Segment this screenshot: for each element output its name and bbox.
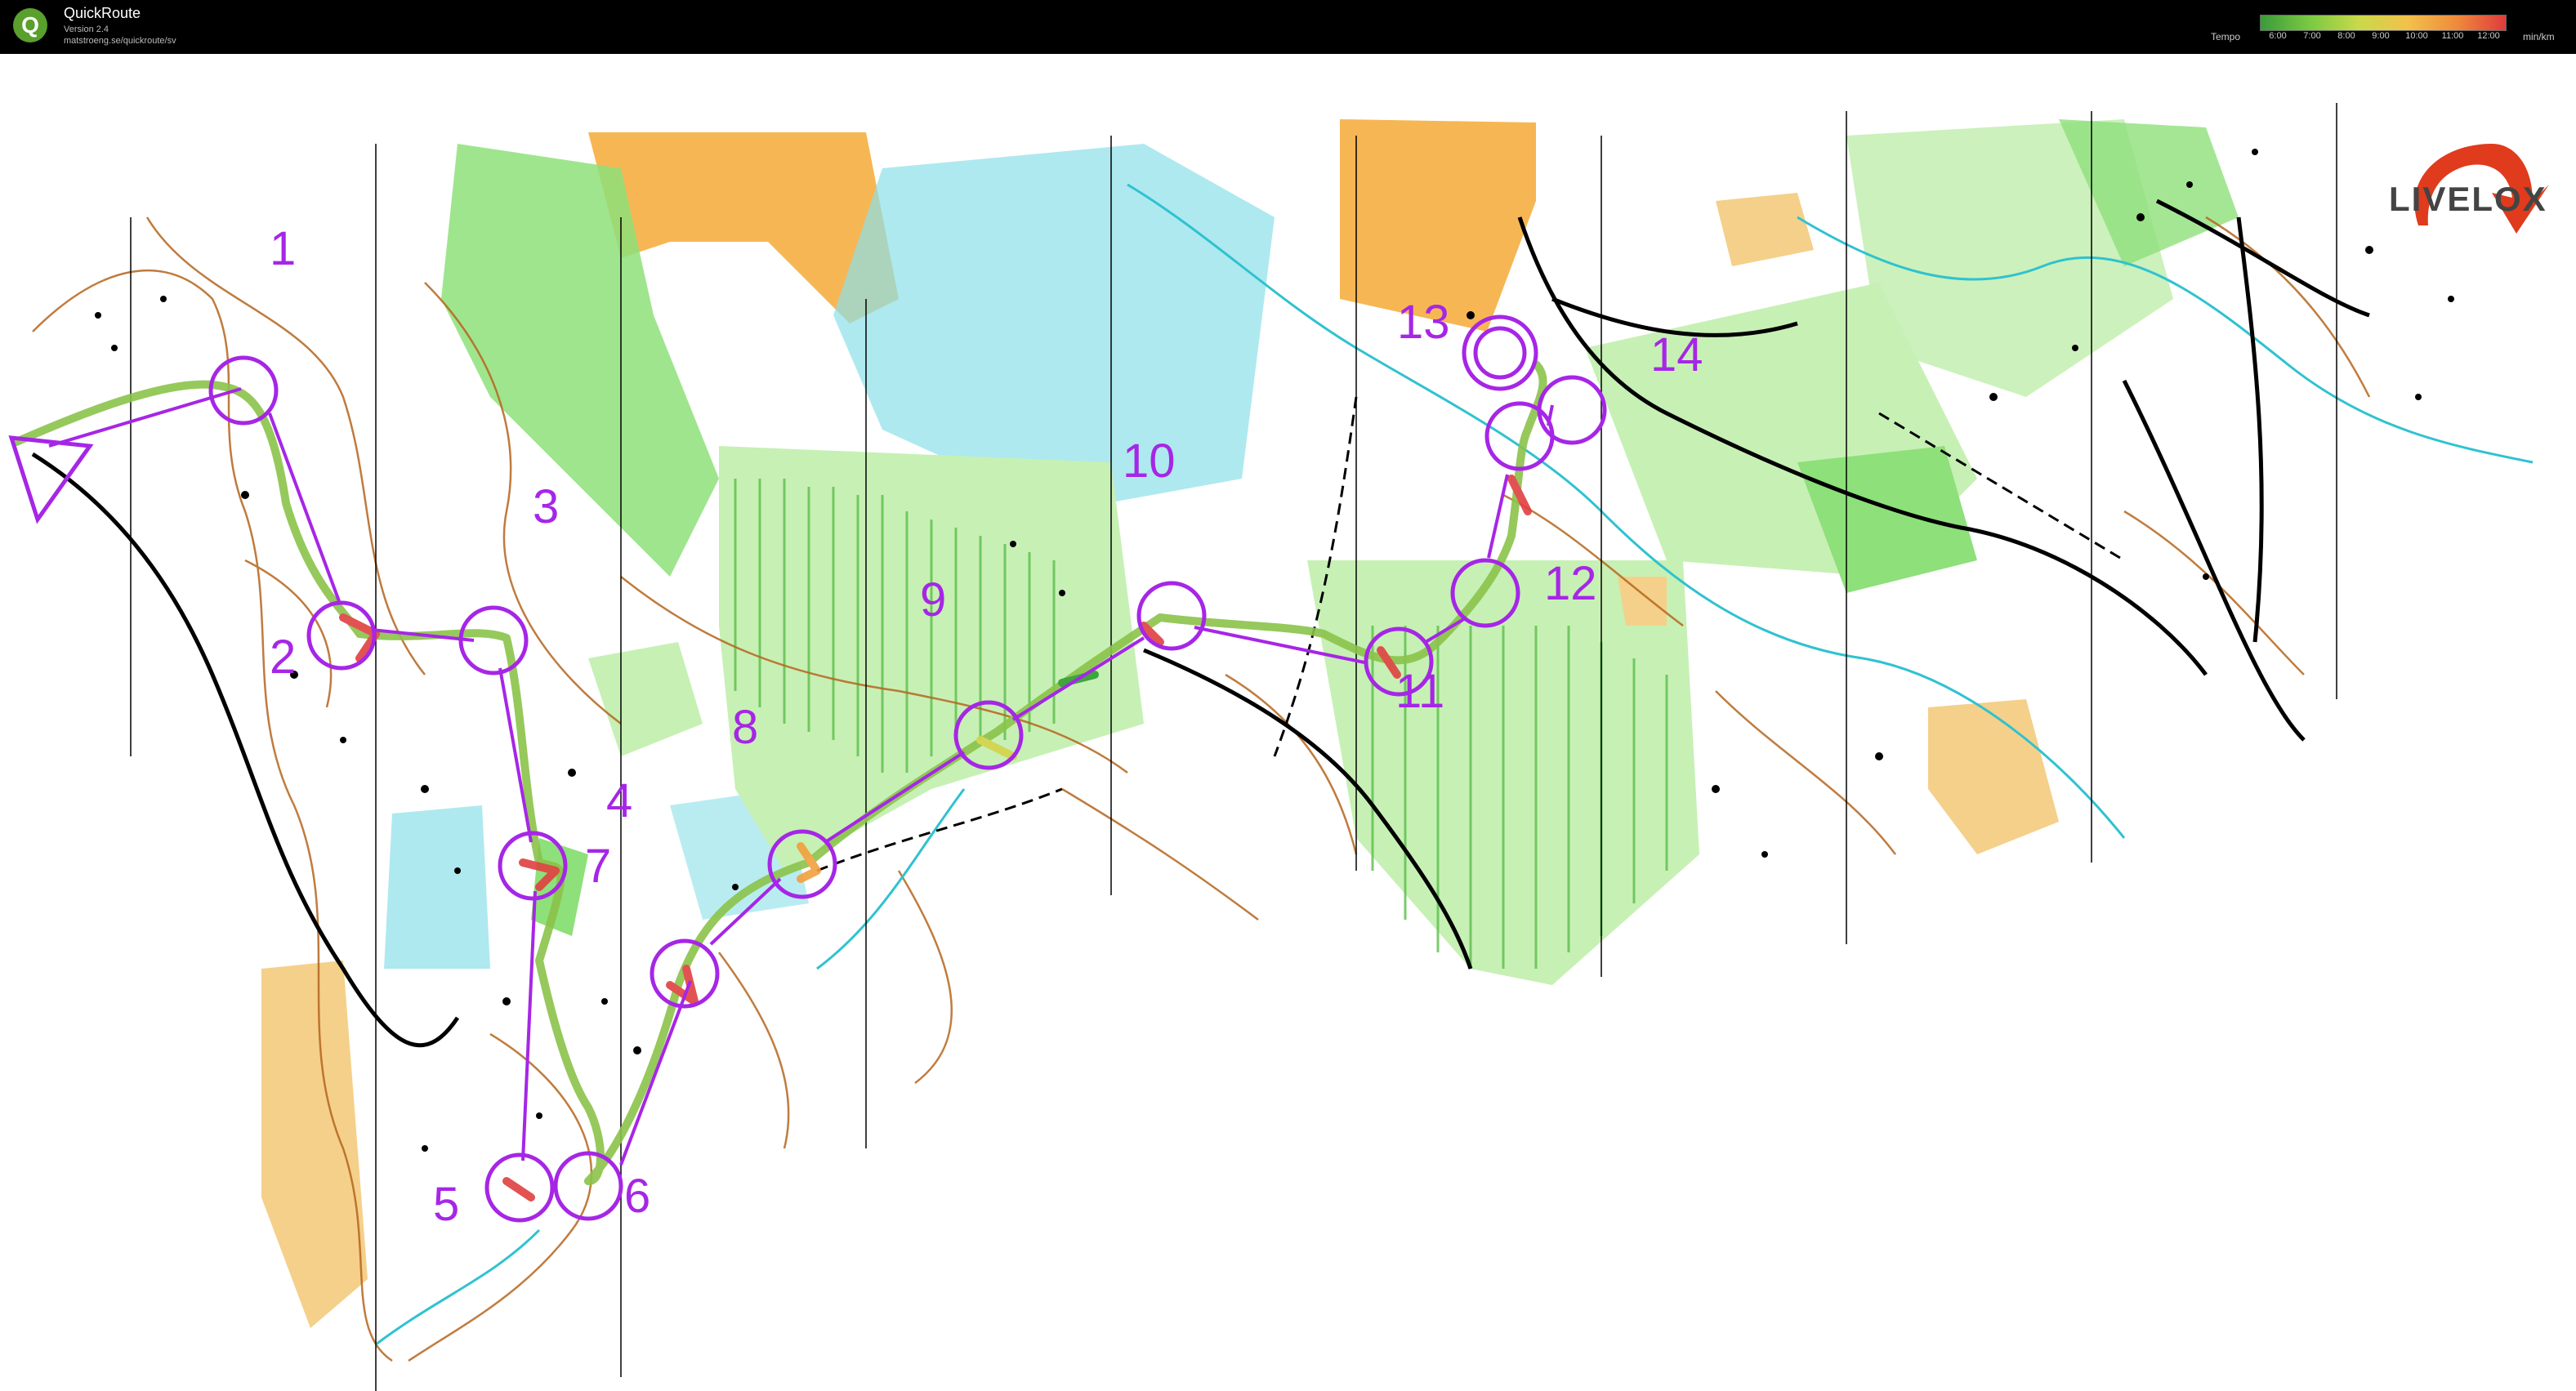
tempo-tick: 9:00 — [2372, 31, 2390, 41]
rough-open — [1618, 577, 1667, 626]
tempo-tick: 12:00 — [2477, 31, 2500, 41]
control-number-1: 1 — [270, 222, 297, 275]
tempo-tick: 7:00 — [2303, 31, 2321, 41]
orienteering-map[interactable]: 1 2 3 4 5 6 7 8 9 10 11 12 13 14 LIVELOX — [0, 54, 2576, 1391]
app-version: Version 2.4 — [64, 25, 109, 34]
map-area — [0, 87, 2574, 1377]
control-number-4: 4 — [606, 774, 633, 827]
tempo-tick: 11:00 — [2441, 31, 2464, 41]
control-number-6: 6 — [624, 1170, 651, 1223]
control-number-7: 7 — [585, 840, 612, 893]
control-number-13: 13 — [1397, 296, 1450, 349]
tempo-color-scale — [2260, 15, 2507, 31]
title-bar: Q QuickRoute Version 2.4 matstroeng.se/q… — [0, 0, 2576, 54]
control-number-5: 5 — [433, 1178, 460, 1231]
svg-text:Q: Q — [21, 12, 39, 38]
control-number-10: 10 — [1123, 435, 1176, 488]
marsh — [384, 805, 490, 969]
tempo-ticks: 6:00 7:00 8:00 9:00 10:00 11:00 12:00 — [2260, 31, 2505, 42]
control-number-11: 11 — [1395, 665, 1445, 718]
control-number-12: 12 — [1544, 557, 1597, 610]
tempo-label: Tempo — [2211, 31, 2241, 42]
tempo-unit: min/km — [2523, 31, 2555, 42]
control-number-9: 9 — [920, 573, 947, 626]
map-canvas — [0, 87, 2574, 1391]
control-number-2: 2 — [270, 631, 297, 684]
control-number-3: 3 — [533, 480, 560, 533]
app-url[interactable]: matstroeng.se/quickroute/sv — [64, 36, 176, 46]
quickroute-logo-icon: Q — [13, 8, 47, 42]
app-title: QuickRoute — [64, 5, 141, 21]
control-number-14: 14 — [1650, 328, 1703, 381]
tempo-tick: 10:00 — [2405, 31, 2428, 41]
tempo-tick: 8:00 — [2337, 31, 2355, 41]
control-number-8: 8 — [732, 701, 759, 754]
tempo-tick: 6:00 — [2269, 31, 2287, 41]
livelox-logo: LIVELOX — [2389, 180, 2547, 218]
